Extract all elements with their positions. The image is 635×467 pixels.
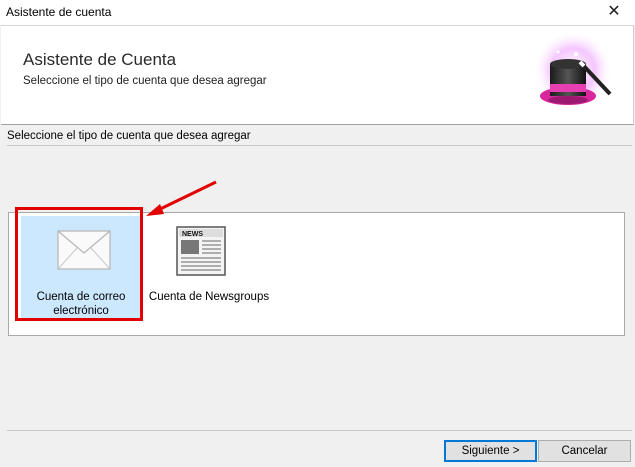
separator	[7, 145, 632, 146]
wizard-header: Asistente de Cuenta Seleccione el tipo d…	[1, 25, 634, 125]
news-icon-text: NEWS	[182, 231, 203, 238]
separator	[7, 430, 632, 431]
title-bar: Asistente de cuenta ✕	[0, 0, 635, 25]
close-icon[interactable]: ✕	[603, 2, 625, 22]
newsgroups-account-label: Cuenta de Newsgroups	[148, 291, 270, 303]
window-title: Asistente de cuenta	[6, 5, 112, 19]
header-title: Asistente de Cuenta	[23, 50, 177, 69]
newspaper-icon: NEWS	[176, 226, 226, 276]
cancel-button[interactable]: Cancelar	[538, 440, 631, 462]
header-subtitle: Seleccione el tipo de cuenta que desea a…	[23, 75, 267, 87]
next-button[interactable]: Siguiente >	[444, 440, 537, 462]
annotation-arrow-icon	[146, 180, 217, 216]
magic-hat-icon	[533, 34, 613, 114]
annotation-highlight-box	[15, 207, 143, 321]
section-label: Seleccione el tipo de cuenta que desea a…	[7, 130, 251, 142]
newsgroups-account-option[interactable]: NEWS Cuenta de Newsgroups	[139, 216, 269, 320]
